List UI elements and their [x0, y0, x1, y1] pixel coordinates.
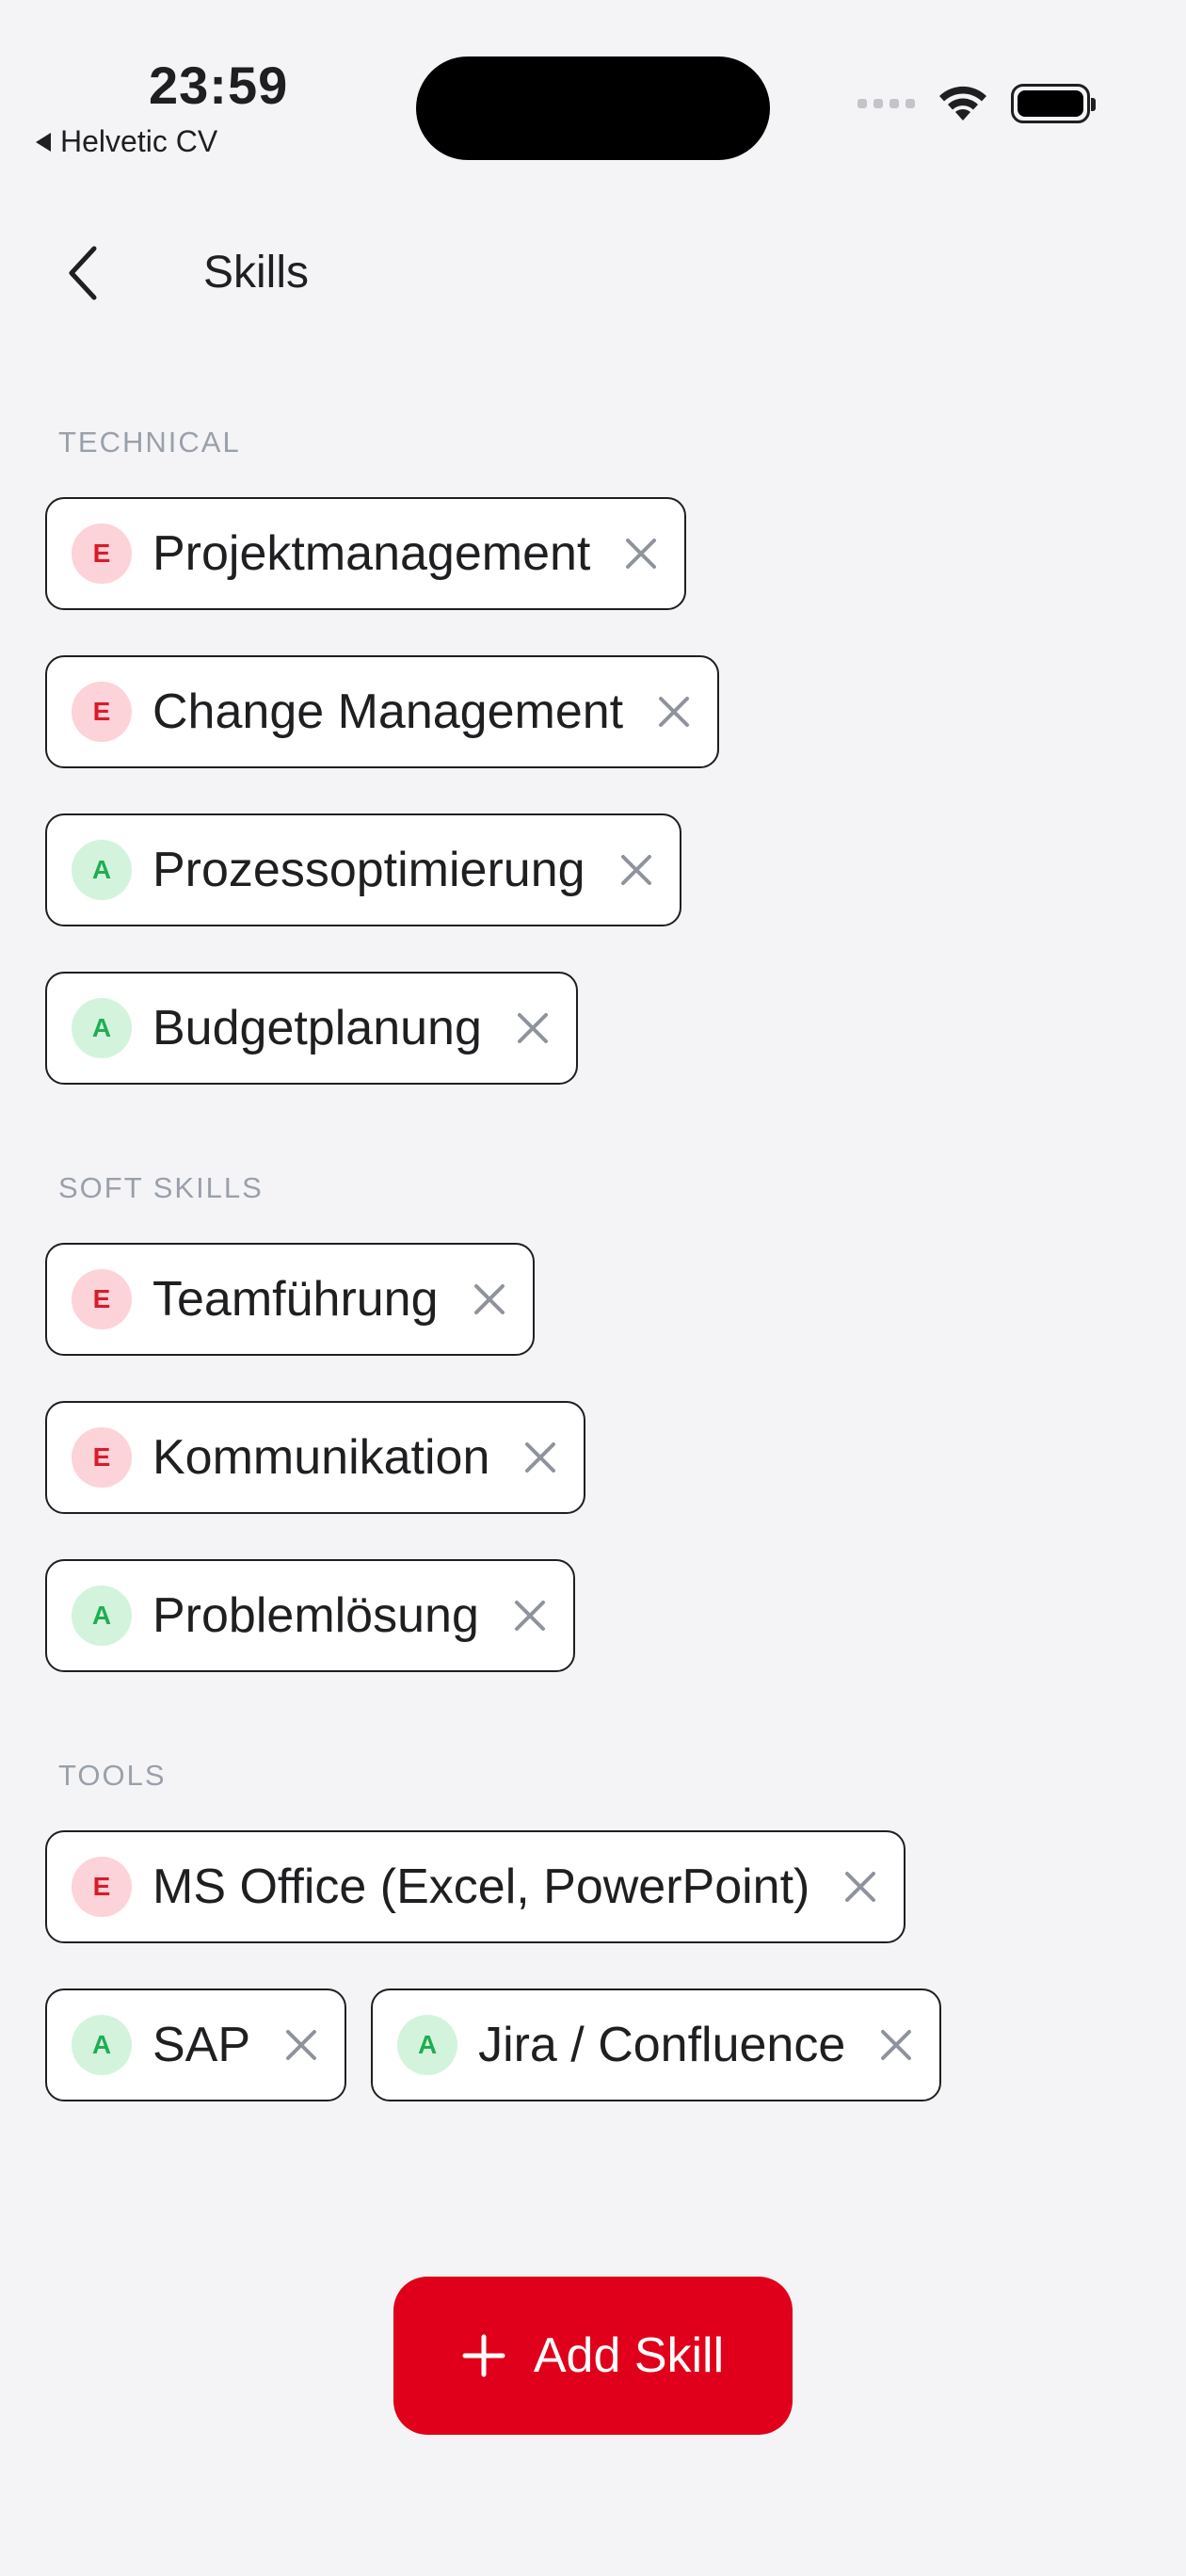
close-icon[interactable]	[511, 1597, 549, 1634]
skill-row: E MS Office (Excel, PowerPoint)	[45, 1830, 906, 1943]
page-title: Skills	[203, 248, 310, 298]
level-badge: A	[72, 2015, 132, 2075]
status-indicators	[857, 83, 1096, 124]
skill-name: Change Management	[152, 684, 624, 739]
skill-chip[interactable]: A Budgetplanung	[45, 972, 578, 1085]
dynamic-island	[416, 56, 770, 160]
battery-icon	[1011, 84, 1096, 123]
back-triangle-icon	[36, 132, 51, 152]
close-icon[interactable]	[841, 1868, 879, 1906]
skill-row: A SAP A Jira / Confluence	[45, 1988, 942, 2101]
add-skill-button[interactable]: Add Skill	[393, 2277, 793, 2435]
skill-row: A Problemlösung	[45, 1559, 575, 1672]
level-badge: E	[72, 1427, 132, 1488]
skill-name: Projektmanagement	[152, 526, 591, 581]
section-title-technical: TECHNICAL	[58, 426, 241, 459]
skill-chip[interactable]: E Teamführung	[45, 1243, 535, 1356]
skill-row: E Kommunikation	[45, 1401, 586, 1514]
skill-chip[interactable]: A SAP	[45, 1988, 347, 2101]
skill-name: Kommunikation	[152, 1430, 490, 1485]
cellular-signal-icon	[857, 99, 915, 108]
level-badge: A	[397, 2015, 458, 2075]
level-badge: E	[72, 1857, 132, 1917]
skill-chip[interactable]: A Prozessoptimierung	[45, 813, 681, 926]
level-badge: A	[72, 998, 132, 1058]
level-badge: E	[72, 1269, 132, 1329]
skill-chip[interactable]: E Change Management	[45, 655, 720, 768]
skill-name: SAP	[152, 2018, 251, 2072]
skill-name: Problemlösung	[152, 1588, 479, 1643]
level-badge: A	[72, 840, 132, 900]
skill-chip[interactable]: E Kommunikation	[45, 1401, 586, 1514]
skill-name: Budgetplanung	[152, 1001, 482, 1055]
skill-row: A Budgetplanung	[45, 972, 578, 1085]
status-time: 23:59	[149, 56, 289, 115]
skill-name: Teamführung	[152, 1272, 439, 1327]
skill-name: Prozessoptimierung	[152, 843, 585, 897]
close-icon[interactable]	[282, 2026, 320, 2064]
section-title-tools: TOOLS	[58, 1759, 167, 1792]
close-icon[interactable]	[521, 1439, 559, 1476]
navigation-bar: Skills	[0, 226, 1186, 320]
close-icon[interactable]	[514, 1009, 552, 1047]
skill-chip[interactable]: E MS Office (Excel, PowerPoint)	[45, 1830, 906, 1943]
skill-chip[interactable]: E Projektmanagement	[45, 497, 687, 610]
level-badge: A	[72, 1586, 132, 1646]
close-icon[interactable]	[617, 851, 655, 889]
skill-row: E Change Management	[45, 655, 720, 768]
skill-row: E Teamführung	[45, 1243, 535, 1356]
skill-chip[interactable]: A Jira / Confluence	[371, 1988, 942, 2101]
skill-row: E Projektmanagement	[45, 497, 687, 610]
skills-screen: 23:59 Helvetic CV Skills TECHNICAL E Pro…	[0, 0, 1186, 2576]
skill-row: A Prozessoptimierung	[45, 813, 681, 926]
section-title-soft-skills: SOFT SKILLS	[58, 1171, 264, 1204]
skill-chip[interactable]: A Problemlösung	[45, 1559, 575, 1672]
close-icon[interactable]	[877, 2026, 915, 2064]
level-badge: E	[72, 682, 132, 742]
level-badge: E	[72, 523, 132, 584]
back-button[interactable]	[55, 245, 111, 301]
plus-icon	[462, 2334, 505, 2377]
skill-name: Jira / Confluence	[478, 2018, 846, 2072]
wifi-icon	[939, 86, 986, 121]
chevron-left-icon	[69, 246, 97, 300]
status-back-to-app[interactable]: Helvetic CV	[36, 124, 217, 159]
close-icon[interactable]	[622, 535, 660, 572]
close-icon[interactable]	[471, 1280, 508, 1318]
close-icon[interactable]	[655, 693, 693, 731]
skill-name: MS Office (Excel, PowerPoint)	[152, 1860, 810, 1914]
status-back-label: Helvetic CV	[60, 124, 218, 158]
add-skill-label: Add Skill	[533, 2328, 725, 2383]
